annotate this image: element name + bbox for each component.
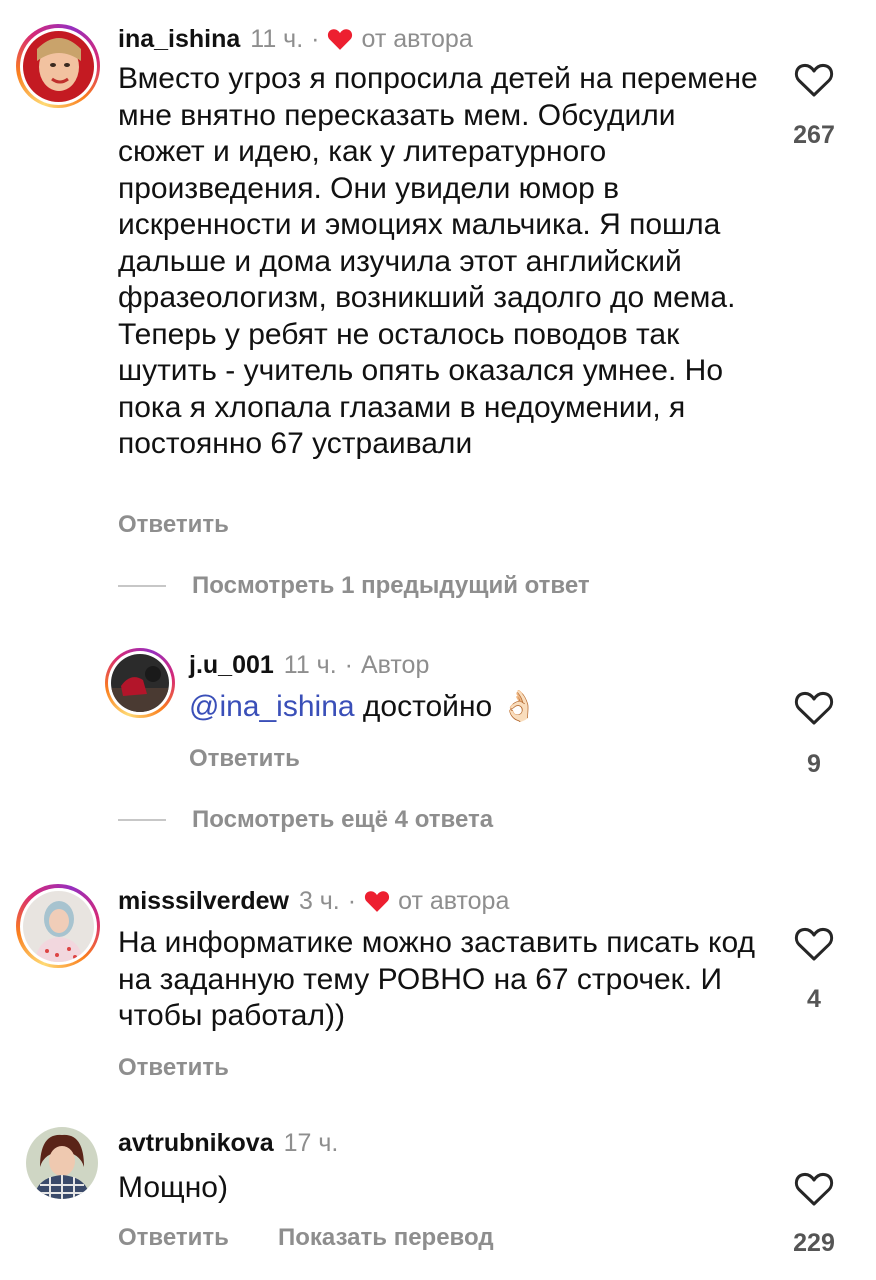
view-replies-label[interactable]: Посмотреть ещё 4 ответа	[192, 806, 493, 834]
like-count: 229	[793, 1229, 835, 1257]
separator-dot: ·	[347, 886, 357, 915]
view-replies-label[interactable]: Посмотреть 1 предыдущий ответ	[192, 572, 590, 600]
author-liked-heart-icon	[365, 891, 390, 912]
like-button[interactable]	[784, 690, 844, 731]
heart-icon[interactable]	[794, 690, 834, 726]
avatar-photo-icon	[22, 30, 94, 102]
view-previous-replies[interactable]: Посмотреть 1 предыдущий ответ	[118, 572, 590, 600]
author-liked-heart-icon	[328, 29, 353, 50]
username[interactable]: j.u_001	[189, 651, 274, 680]
thread-line	[118, 819, 166, 821]
ok-hand-emoji: 👌🏻	[500, 690, 538, 723]
like-count: 4	[807, 985, 821, 1013]
timestamp: 3 ч.	[298, 886, 340, 915]
reply-button[interactable]: Ответить	[189, 745, 300, 773]
mention-link[interactable]: @ina_ishina	[189, 690, 355, 723]
timestamp: 17 ч.	[283, 1128, 339, 1157]
heart-icon[interactable]	[794, 62, 834, 98]
author-liked-label: от автора	[361, 24, 473, 53]
comment-header: ina_ishina 11 ч. · от автора	[118, 22, 473, 56]
avatar-avtrubnikova[interactable]	[26, 1127, 98, 1199]
show-translation-button[interactable]: Показать перевод	[278, 1224, 494, 1252]
reply-text: @ina_ishina достойно 👌🏻	[189, 689, 749, 726]
reply-button[interactable]: Ответить	[118, 1054, 229, 1082]
heart-icon[interactable]	[794, 1171, 834, 1207]
avatar-photo-icon	[26, 1127, 98, 1199]
username[interactable]: misssilverdew	[118, 887, 289, 916]
reply-header: j.u_001 11 ч. · Автор	[189, 648, 429, 682]
comment-text: Вместо угроз я попросила детей на переме…	[118, 62, 758, 460]
reply-button[interactable]: Ответить	[118, 1224, 229, 1252]
author-liked-label: от автора	[398, 886, 510, 915]
avatar-j-u-001[interactable]	[105, 648, 175, 718]
like-button[interactable]	[784, 926, 844, 967]
separator-dot: ·	[344, 650, 353, 679]
reply-button[interactable]: Ответить	[118, 511, 229, 539]
timestamp: 11 ч.	[283, 650, 337, 679]
comment-header: avtrubnikova 17 ч.	[118, 1126, 338, 1160]
comment-text: На информатике можно заставить писать ко…	[118, 926, 755, 1032]
view-more-replies[interactable]: Посмотреть ещё 4 ответа	[118, 806, 493, 834]
like-count: 267	[793, 121, 835, 149]
author-badge: Автор	[360, 650, 430, 679]
thread-line	[118, 585, 166, 587]
separator-dot: ·	[311, 24, 320, 53]
like-button[interactable]	[784, 62, 844, 103]
avatar-photo-icon	[22, 890, 94, 962]
heart-icon[interactable]	[794, 926, 834, 962]
comment-header: misssilverdew 3 ч. · от автора	[118, 884, 509, 918]
avatar-misssilverdew[interactable]	[16, 884, 100, 968]
timestamp: 11 ч.	[250, 24, 304, 53]
like-button[interactable]	[784, 1171, 844, 1212]
username[interactable]: avtrubnikova	[118, 1129, 274, 1158]
comment-text: Мощно)	[118, 1171, 228, 1204]
avatar-photo-icon	[111, 654, 169, 712]
username[interactable]: ina_ishina	[118, 25, 240, 54]
reply-text-content: достойно	[362, 690, 493, 723]
like-count: 9	[807, 750, 821, 778]
avatar-ina-ishina[interactable]	[16, 24, 100, 108]
